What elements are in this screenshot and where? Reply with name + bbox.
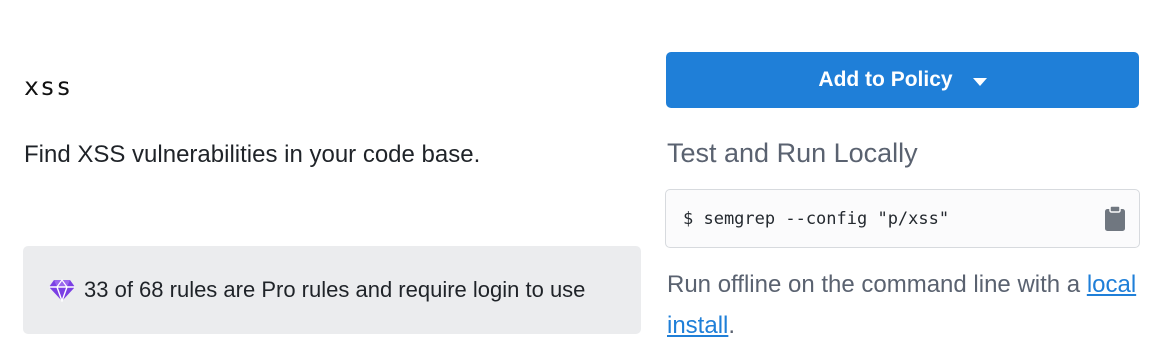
- command-box: $ semgrep --config "p/xss": [665, 189, 1140, 248]
- pro-notice-text: 33 of 68 rules are Pro rules and require…: [84, 277, 586, 302]
- pro-rules-notice: 33 of 68 rules are Pro rules and require…: [23, 246, 641, 334]
- rule-description: Find XSS vulnerabilities in your code ba…: [24, 141, 481, 168]
- rule-page: xss Find XSS vulnerabilities in your cod…: [0, 0, 1159, 355]
- rule-title: xss: [24, 72, 73, 101]
- offline-prefix: Run offline on the command line with a: [667, 271, 1081, 298]
- gem-icon: [48, 278, 76, 302]
- chevron-down-icon: [972, 77, 987, 86]
- offline-instructions: Run offline on the command line with a l…: [667, 264, 1147, 346]
- test-run-heading: Test and Run Locally: [667, 138, 918, 168]
- command-text: $ semgrep --config "p/xss": [683, 208, 950, 229]
- add-to-policy-label: Add to Policy: [818, 68, 953, 91]
- offline-suffix: .: [728, 312, 736, 339]
- add-to-policy-button[interactable]: Add to Policy: [666, 52, 1139, 108]
- clipboard-icon[interactable]: [1103, 204, 1127, 232]
